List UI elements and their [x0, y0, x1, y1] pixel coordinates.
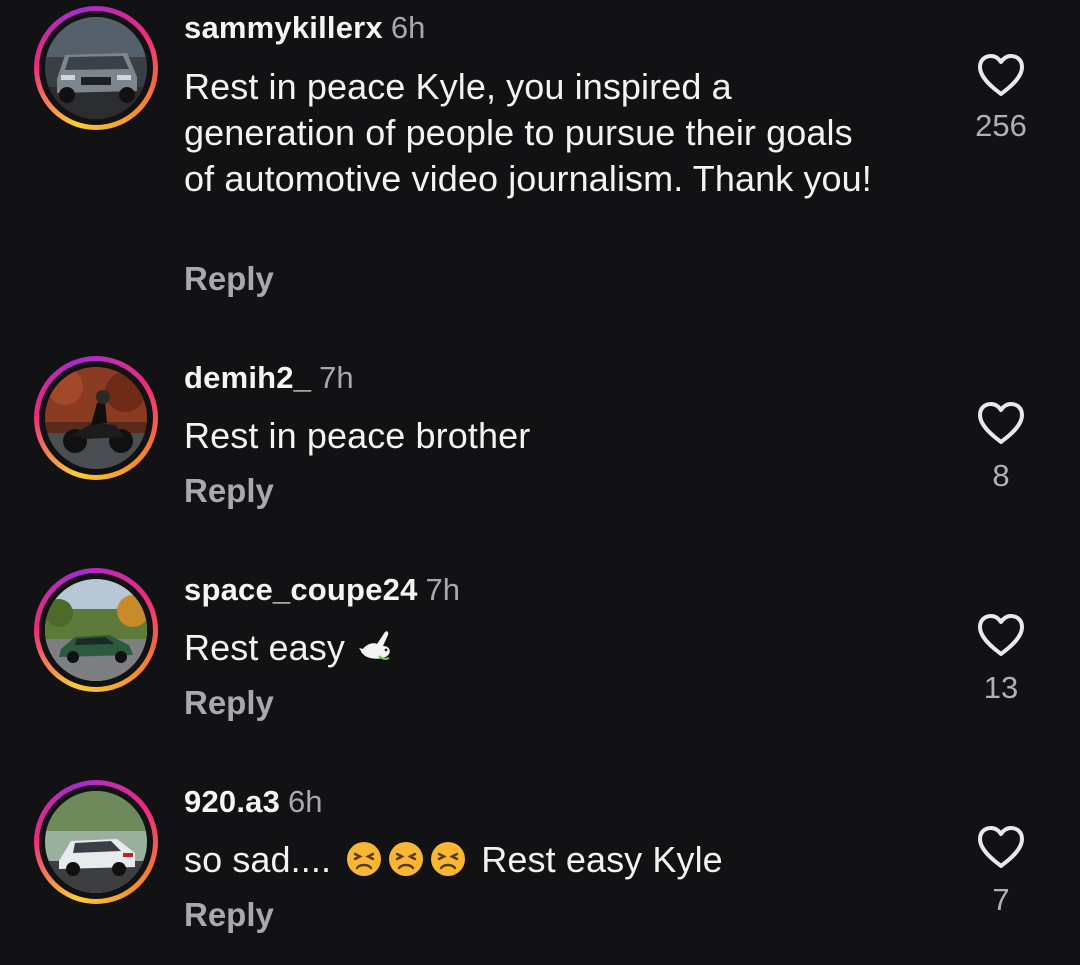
- like-count: 8: [992, 458, 1010, 493]
- reply-button[interactable]: Reply: [184, 472, 274, 510]
- reply-button[interactable]: Reply: [184, 896, 274, 934]
- like-count: 13: [983, 670, 1019, 705]
- timestamp: 6h: [390, 10, 426, 45]
- timestamp: 7h: [425, 572, 460, 607]
- like-count: 256: [975, 108, 1027, 143]
- comment-text: so sad.... Rest easy Kyle: [184, 837, 884, 883]
- heart-icon[interactable]: [976, 400, 1026, 446]
- username[interactable]: 920.a3: [184, 784, 280, 819]
- comment-text: Rest easy: [184, 625, 884, 671]
- green-coupe-avatar: [45, 579, 147, 681]
- tired-face-icon: [345, 840, 383, 878]
- heart-icon[interactable]: [976, 824, 1026, 870]
- reply-button[interactable]: Reply: [184, 260, 274, 298]
- avatar[interactable]: [34, 568, 158, 692]
- comment-text-before: so sad....: [184, 839, 332, 880]
- timestamp: 7h: [319, 360, 354, 395]
- dove-icon: [355, 626, 395, 666]
- avatar[interactable]: [34, 780, 158, 904]
- motorcycle-rider-avatar: [45, 367, 147, 469]
- avatar[interactable]: [34, 356, 158, 480]
- comment-text: Rest in peace Kyle, you inspired a gener…: [184, 66, 872, 199]
- white-sedan-avatar: [45, 791, 147, 893]
- username[interactable]: sammykillerx: [184, 10, 383, 45]
- like-count: 7: [992, 882, 1010, 917]
- comment-text: Rest in peace brother: [184, 415, 531, 456]
- username[interactable]: demih2_: [184, 360, 311, 395]
- tired-face-icon: [387, 840, 425, 878]
- tired-face-icon: [429, 840, 467, 878]
- gray-car-avatar: [45, 17, 147, 119]
- heart-icon[interactable]: [976, 52, 1026, 98]
- timestamp: 6h: [288, 784, 323, 819]
- heart-icon[interactable]: [976, 612, 1026, 658]
- avatar[interactable]: [34, 6, 158, 130]
- username[interactable]: space_coupe24: [184, 572, 418, 607]
- reply-button[interactable]: Reply: [184, 684, 274, 722]
- comment-text-after: Rest easy Kyle: [481, 839, 723, 880]
- comment-text-content: Rest easy: [184, 627, 345, 668]
